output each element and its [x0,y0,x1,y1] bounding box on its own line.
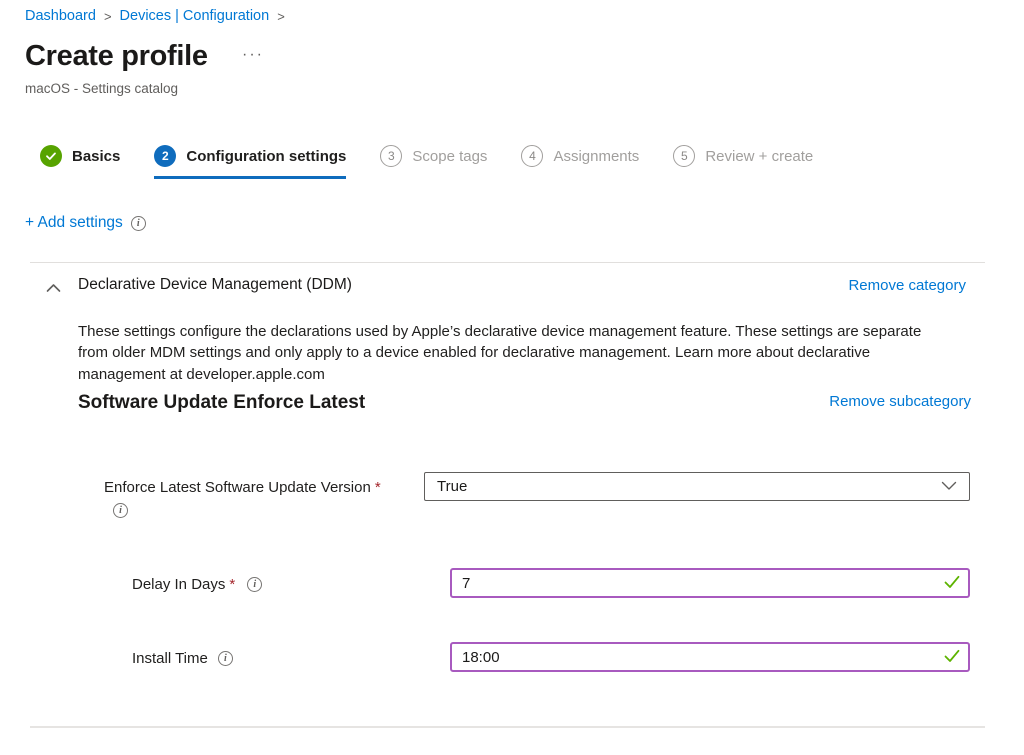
field-label-delay-in-days: Delay In Days* i [132,576,262,593]
required-asterisk: * [375,479,381,496]
dropdown-selected-value: True [437,478,941,495]
info-icon[interactable]: i [218,651,233,666]
step-number-badge: 5 [673,145,695,167]
install-time-input[interactable] [450,642,970,672]
step-label: Assignments [553,148,639,165]
breadcrumb-dashboard[interactable]: Dashboard [25,8,96,24]
field-label-install-time: Install Time i [132,650,233,667]
step-label: Configuration settings [186,148,346,165]
step-number-badge: 2 [154,145,176,167]
step-number-badge: 3 [380,145,402,167]
field-label-text: Install Time [132,650,208,667]
info-icon[interactable]: i [247,577,262,592]
breadcrumb-devices-configuration[interactable]: Devices | Configuration [120,8,270,24]
valid-check-icon [944,575,960,594]
enforce-latest-dropdown[interactable]: True [424,472,970,501]
breadcrumb: Dashboard > Devices | Configuration > [25,8,285,24]
remove-category-link[interactable]: Remove category [848,277,966,294]
breadcrumb-separator: > [277,9,285,24]
remove-subcategory-link[interactable]: Remove subcategory [829,393,971,410]
step-label: Basics [72,148,120,165]
step-configuration-settings[interactable]: 2 Configuration settings [154,145,346,179]
field-label-text: Enforce Latest Software Update Version [104,479,371,496]
add-settings-link[interactable]: + Add settings [25,214,123,232]
wizard-steps: Basics 2 Configuration settings 3 Scope … [40,145,813,179]
step-label: Review + create [705,148,813,165]
create-profile-page: Dashboard > Devices | Configuration > Cr… [0,0,1024,755]
step-assignments[interactable]: 4 Assignments [521,145,639,179]
step-number-badge: 4 [521,145,543,167]
step-label: Scope tags [412,148,487,165]
required-asterisk: * [229,576,235,593]
page-title: Create profile [25,40,208,73]
category-title: Declarative Device Management (DDM) [78,276,352,294]
bottom-divider [30,726,985,728]
breadcrumb-separator: > [104,9,112,24]
step-review-create[interactable]: 5 Review + create [673,145,813,179]
page-subtitle: macOS - Settings catalog [25,81,178,96]
add-settings: + Add settings i [25,214,146,232]
collapse-chevron-up-icon[interactable] [46,280,61,298]
valid-check-icon [944,649,960,668]
more-menu-button[interactable]: ··· [242,46,264,64]
field-label-text: Delay In Days* [132,576,235,593]
step-basics[interactable]: Basics [40,145,120,179]
check-circle-icon [40,145,62,167]
chevron-down-icon [941,478,957,496]
step-scope-tags[interactable]: 3 Scope tags [380,145,487,179]
info-icon[interactable]: i [131,216,146,231]
info-icon[interactable]: i [113,503,128,518]
delay-in-days-input[interactable] [450,568,970,598]
subcategory-title: Software Update Enforce Latest [78,392,365,414]
category-description: These settings configure the declaration… [78,321,936,385]
section-divider [30,262,985,263]
field-label-enforce-latest: Enforce Latest Software Update Version* [104,479,381,496]
